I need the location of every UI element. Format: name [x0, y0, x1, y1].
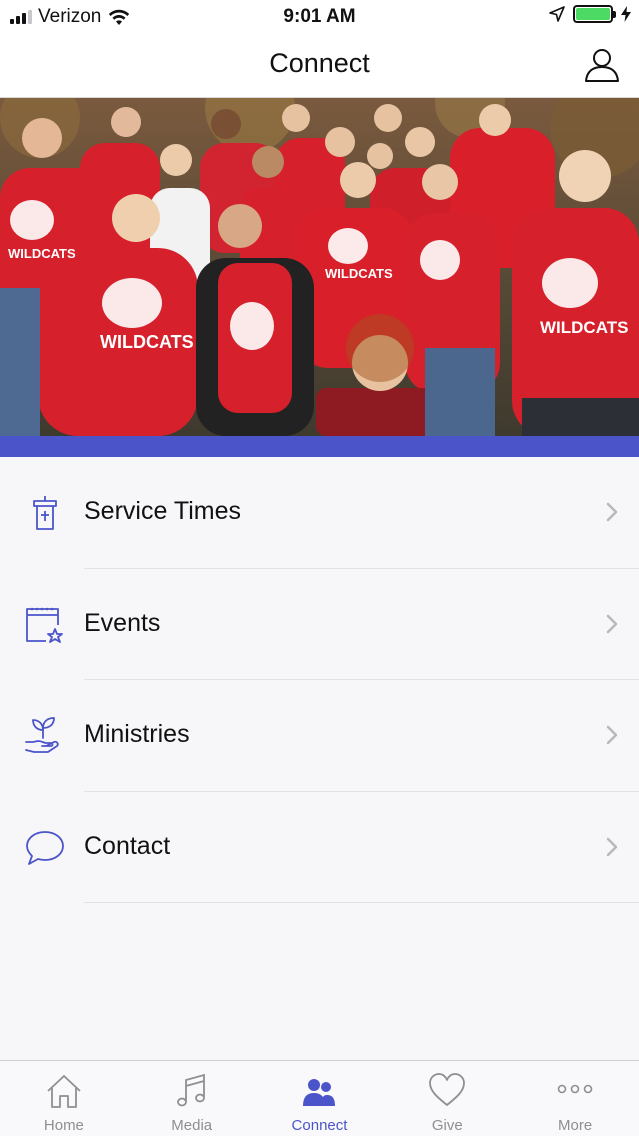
tab-home[interactable]: Home: [0, 1061, 128, 1136]
status-bar: Verizon 9:01 AM: [0, 0, 639, 34]
calendar-star-icon: [26, 607, 63, 643]
nav-header: Connect: [0, 34, 639, 98]
status-time: 9:01 AM: [283, 6, 356, 27]
menu-item-events[interactable]: Events: [0, 569, 639, 680]
shirt-text-3: WILDCATS: [8, 246, 76, 261]
menu-label-events: Events: [84, 608, 161, 637]
profile-icon[interactable]: [583, 46, 621, 84]
tab-give[interactable]: Give: [383, 1061, 511, 1136]
page-title: Connect: [269, 48, 370, 78]
shirt-text-2: WILDCATS: [540, 318, 628, 337]
tab-connect[interactable]: Connect: [256, 1061, 384, 1136]
pulpit-icon: [33, 496, 57, 530]
group-photo-illustration: WILDCATS WILDCATS WILDCATS WILDCATS: [0, 98, 639, 436]
status-right: [549, 5, 631, 23]
people-icon: [303, 1079, 336, 1106]
music-note-icon: [176, 1073, 205, 1107]
shirt-text-4: WILDCATS: [325, 266, 393, 281]
shirt-text-1: WILDCATS: [100, 332, 194, 352]
bottom-tab-bar: Home Media Connect Give More: [0, 1060, 639, 1136]
chevron-right-icon: [606, 614, 618, 633]
chevron-right-icon: [606, 837, 618, 856]
battery-icon: [573, 5, 616, 23]
tab-more[interactable]: More: [511, 1061, 639, 1136]
menu-item-ministries[interactable]: Ministries: [0, 680, 639, 792]
tab-label-home: Home: [43, 1117, 84, 1134]
tab-label-connect: Connect: [291, 1117, 348, 1134]
more-dots-icon: [557, 1084, 593, 1094]
tab-label-media: Media: [171, 1117, 213, 1134]
hero-group-photo: WILDCATS WILDCATS WILDCATS WILDCATS: [0, 98, 639, 436]
heart-icon: [429, 1073, 466, 1106]
chevron-right-icon: [606, 725, 618, 745]
speech-bubble-icon: [26, 830, 64, 865]
connect-menu-list: Service Times Events Ministries Contact: [0, 457, 639, 903]
hand-plant-icon: [25, 717, 59, 753]
menu-label-ministries: Ministries: [84, 720, 190, 748]
home-icon: [47, 1075, 81, 1108]
tab-media[interactable]: Media: [128, 1061, 256, 1136]
chevron-right-icon: [606, 502, 618, 522]
tab-label-give: Give: [431, 1117, 463, 1134]
menu-label-contact: Contact: [84, 831, 171, 860]
menu-label-service-times: Service Times: [84, 497, 241, 525]
charging-bolt-icon: [621, 6, 631, 22]
menu-item-contact[interactable]: Contact: [0, 792, 639, 903]
location-arrow-icon: [549, 6, 565, 22]
battery-fill: [576, 8, 610, 20]
divider: [84, 902, 639, 903]
menu-item-service-times[interactable]: Service Times: [0, 457, 639, 569]
hero-accent-bar: [0, 436, 639, 457]
tab-label-more: More: [557, 1117, 593, 1134]
